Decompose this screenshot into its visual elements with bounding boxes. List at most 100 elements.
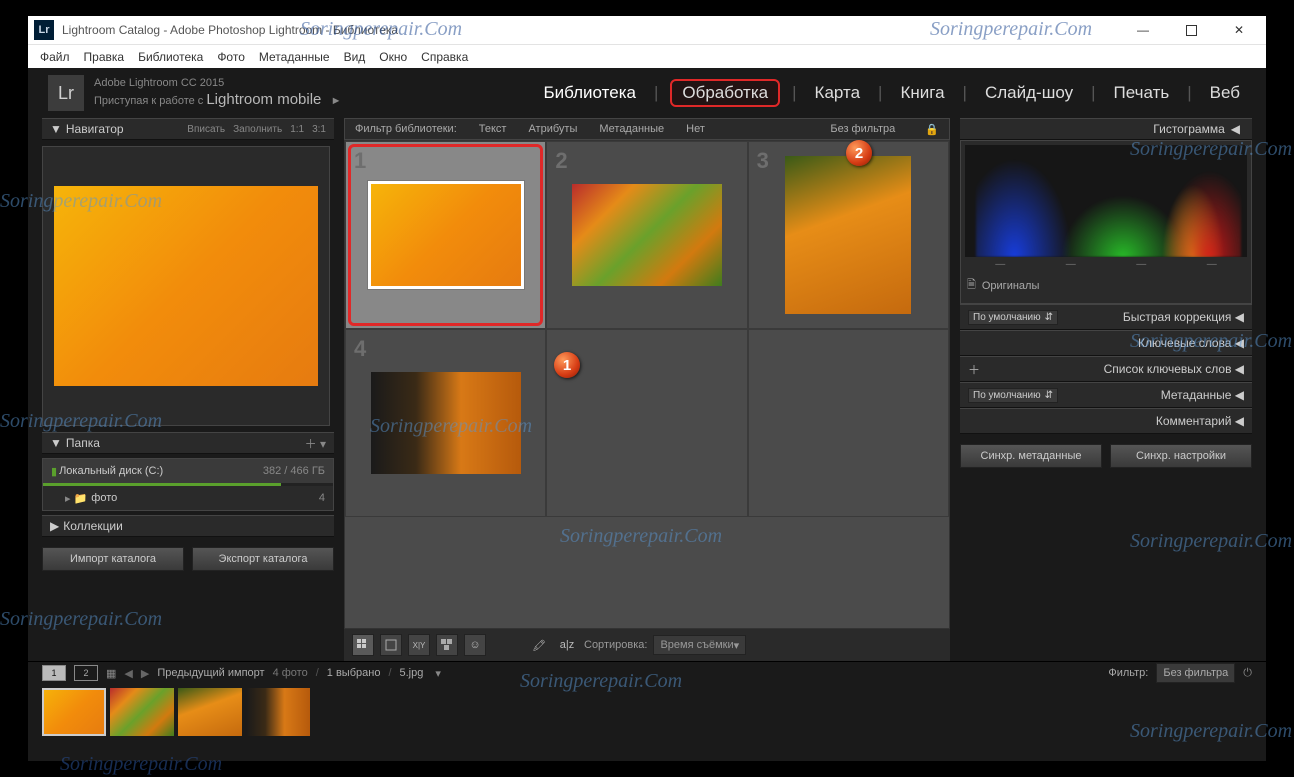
painter-icon[interactable]: 🖍 [528,634,550,656]
chevron-left-icon: ◀ [1231,414,1244,428]
folder-disk[interactable]: ▮ Локальный диск (C:) 382 / 466 ГБ [43,459,333,483]
loupe-view-icon[interactable] [380,634,402,656]
folder-photo-name: фото [91,492,117,504]
quick-develop-header[interactable]: По умолчанию ⇵ Быстрая коррекция ◀ [960,304,1252,330]
menu-view[interactable]: Вид [344,50,366,64]
center-panel: Фильтр библиотеки: Текст Атрибуты Метада… [344,118,950,661]
filter-switch-icon[interactable]: ⏻ [1243,667,1252,680]
navigator-header[interactable]: ▼ Навигатор Вписать Заполнить 1:1 3:1 [42,118,334,140]
grid-cell-4[interactable]: 4 [345,329,546,517]
module-slideshow[interactable]: Слайд-шоу [979,80,1079,106]
menu-library[interactable]: Библиотека [138,50,203,64]
module-develop[interactable]: Обработка [670,79,780,107]
filmstrip-count: 4 фото [273,667,308,679]
monitor-2[interactable]: 2 [74,665,98,681]
lock-icon[interactable]: 🔒 [925,123,939,136]
compare-view-icon[interactable]: X|Y [408,634,430,656]
titlebar: Lr Lightroom Catalog - Adobe Photoshop L… [28,16,1266,44]
identity-mobile[interactable]: Lightroom mobile [206,91,321,108]
export-catalog-button[interactable]: Экспорт каталога [192,547,334,571]
module-book[interactable]: Книга [894,80,950,106]
grid-view-icon[interactable] [352,634,374,656]
left-panel: ▼ Навигатор Вписать Заполнить 1:1 3:1 ▼ … [42,118,334,661]
quickdev-preset-dropdown[interactable]: По умолчанию ⇵ [968,310,1058,325]
filmstrip-thumbnails[interactable] [42,684,1252,761]
filmstrip-thumb-2[interactable] [110,688,174,736]
folder-photo[interactable]: ▸ 📁 фото 4 [43,486,333,510]
menu-file[interactable]: Файл [40,50,70,64]
histogram-originals[interactable]: 🗎 Оригиналы [965,272,1247,299]
module-print[interactable]: Печать [1108,80,1176,106]
nav-1-1[interactable]: 1:1 [290,124,304,135]
maximize-button[interactable] [1176,20,1206,40]
nav-ratio[interactable]: 3:1 [312,124,326,135]
filmstrip-source[interactable]: Предыдущий импорт [157,667,264,679]
menu-metadata[interactable]: Метаданные [259,50,330,64]
people-view-icon[interactable]: ☺ [464,634,486,656]
filmstrip-filter-dropdown[interactable]: Без фильтра [1156,663,1235,683]
module-web[interactable]: Веб [1204,80,1246,106]
collections-header[interactable]: ▶ Коллекции [42,515,334,537]
filmstrip-selected: 1 выбрано [327,667,381,679]
toolbar: X|Y ☺ 🖍 a|z Сортировка: Время съёмки ▾ [344,629,950,661]
nav-back-icon[interactable]: ◀ [124,667,132,680]
library-filter-bar: Фильтр библиотеки: Текст Атрибуты Метада… [344,118,950,140]
nav-fill[interactable]: Заполнить [233,124,282,135]
filter-text[interactable]: Текст [479,123,507,135]
filmstrip-thumb-3[interactable] [178,688,242,736]
window-title: Lightroom Catalog - Adobe Photoshop Ligh… [62,23,1128,37]
identity-text: Adobe Lightroom CC 2015 Приступая к рабо… [94,76,341,110]
sync-settings-button[interactable]: Синхр. настройки [1110,444,1252,468]
chevron-right-icon: ▶ [50,519,59,533]
collections-title: Коллекции [63,519,123,533]
application-window: Lr Lightroom Catalog - Adobe Photoshop L… [28,16,1266,761]
right-panel: Гистограмма ◀ ———— 🗎 Оригиналы [960,118,1252,661]
chevron-left-icon: ◀ [1231,336,1244,350]
grid-cell-3[interactable]: 3 [748,141,949,329]
filter-metadata[interactable]: Метаданные [599,123,664,135]
metadata-preset-dropdown[interactable]: По умолчанию ⇵ [968,388,1058,403]
chevron-down-icon[interactable]: ▾ [435,667,441,680]
navigator-preview[interactable] [42,146,330,426]
keyword-list-title: Список ключевых слов [988,362,1231,376]
histogram[interactable] [965,145,1247,257]
import-catalog-button[interactable]: Импорт каталога [42,547,184,571]
filter-attributes[interactable]: Атрибуты [528,123,577,135]
menu-edit[interactable]: Правка [84,50,125,64]
filter-none[interactable]: Нет [686,123,705,135]
filmstrip-thumb-1[interactable] [42,688,106,736]
keywords-header[interactable]: Ключевые слова ◀ [960,330,1252,356]
add-icon[interactable]: ＋ [968,361,980,378]
keyword-list-header[interactable]: ＋ Список ключевых слов ◀ [960,356,1252,382]
sync-metadata-button[interactable]: Синхр. метаданные [960,444,1102,468]
folder-photo-count: 4 [319,492,325,504]
metadata-header[interactable]: По умолчанию ⇵ Метаданные ◀ [960,382,1252,408]
grid-mode-icon[interactable]: ▦ [106,667,116,680]
histogram-header[interactable]: Гистограмма ◀ [960,118,1252,140]
nav-fit[interactable]: Вписать [187,124,225,135]
comment-header[interactable]: Комментарий ◀ [960,408,1252,434]
filmstrip-file: 5.jpg [400,667,424,679]
close-button[interactable]: ✕ [1224,20,1254,40]
menu-photo[interactable]: Фото [217,50,245,64]
filmstrip-thumb-4[interactable] [246,688,310,736]
module-picker: Библиотека| Обработка| Карта| Книга| Сла… [538,79,1246,107]
module-map[interactable]: Карта [809,80,867,106]
filmstrip-filter-label: Фильтр: [1108,667,1148,679]
minimize-button[interactable]: — [1128,20,1158,40]
grid-cell-1[interactable]: 1 [345,141,546,329]
sort-direction-icon[interactable]: a|z [556,634,578,656]
chevron-left-icon: ◀ [1231,310,1244,324]
grid-view[interactable]: 1 2 3 4 [344,140,950,629]
survey-view-icon[interactable] [436,634,458,656]
menu-help[interactable]: Справка [421,50,468,64]
nav-fwd-icon[interactable]: ▶ [141,667,149,680]
module-library[interactable]: Библиотека [538,80,642,106]
filter-preset[interactable]: Без фильтра [830,123,895,135]
folders-header[interactable]: ▼ Папка ＋ ▾ [42,432,334,454]
monitor-1[interactable]: 1 [42,665,66,681]
sort-dropdown[interactable]: Время съёмки ▾ [653,635,746,655]
chevron-down-icon: ▼ [50,122,62,136]
grid-cell-2[interactable]: 2 [546,141,747,329]
menu-window[interactable]: Окно [379,50,407,64]
